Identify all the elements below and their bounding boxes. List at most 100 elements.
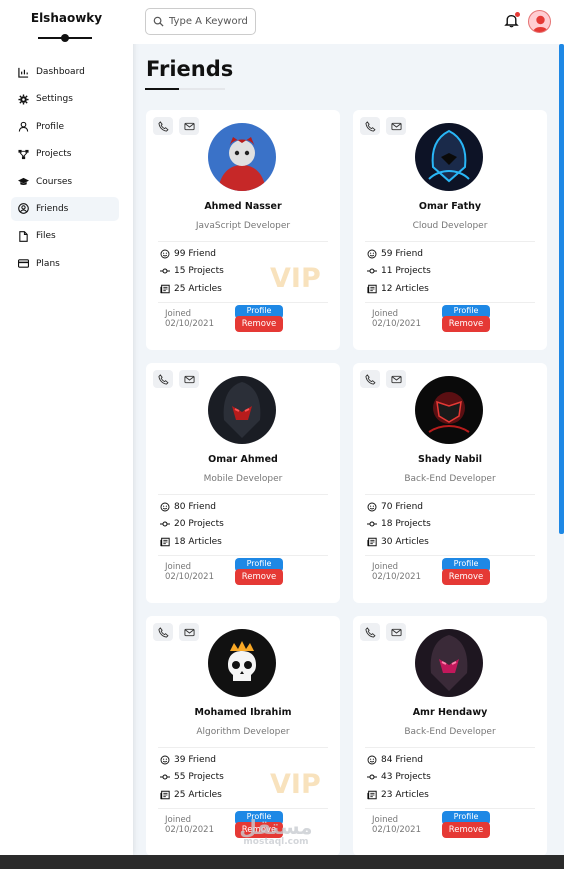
newspaper-icon [160,790,170,800]
smile-icon [367,755,377,765]
project-count: 15 Projects [160,266,224,276]
sidebar-item-files[interactable]: Files [11,224,119,248]
credit-card-icon [18,259,29,268]
sidebar: Elshaowky Dashboard Settings Profile Pro… [0,0,133,855]
smile-icon [160,755,170,765]
project-count: 20 Projects [160,519,224,529]
project-count-text: 20 Projects [174,519,224,529]
phone-button[interactable] [360,370,380,388]
mail-button[interactable] [386,623,406,641]
sidebar-item-plans[interactable]: Plans [11,252,119,276]
divider [158,494,328,495]
sidebar-item-label: Friends [36,203,69,214]
remove-button[interactable]: Remove [442,316,490,332]
search-input[interactable]: Type A Keyword [145,8,256,35]
watermark-arabic: مستقل [239,815,313,839]
article-count-text: 12 Articles [381,284,429,294]
graduation-cap-icon [18,177,29,185]
friend-card: Omar Fathy Cloud Developer 59 Friend 11 … [353,110,547,350]
article-count: 25 Articles [160,284,222,294]
gear-icon [18,94,29,105]
page-title: Friends [146,57,234,81]
phone-button[interactable] [360,117,380,135]
joined-label: Joined [372,815,399,825]
user-avatar[interactable] [528,10,551,33]
mail-button[interactable] [179,623,199,641]
friend-card: Ahmed Nasser JavaScript Developer 99 Fri… [146,110,340,350]
joined-date: 02/10/2021 [372,319,421,329]
project-count: 55 Projects [160,772,224,782]
article-count: 25 Articles [160,790,222,800]
sidebar-item-settings[interactable]: Settings [11,87,119,111]
user-icon [18,122,29,132]
article-count: 30 Articles [367,537,429,547]
window-bottom-bar [0,855,564,869]
remove-button[interactable]: Remove [235,316,283,332]
project-count: 18 Projects [367,519,431,529]
remove-button[interactable]: Remove [442,822,490,838]
joined-label: Joined [165,562,192,572]
friend-count-text: 84 Friend [381,755,423,765]
project-count-text: 43 Projects [381,772,431,782]
joined-date: 02/10/2021 [372,572,421,582]
friend-avatar [415,376,483,444]
friends-icon [18,203,29,215]
friend-role: JavaScript Developer [195,221,291,231]
sidebar-item-label: Projects [36,149,72,160]
friend-count: 70 Friend [367,502,423,512]
mail-icon [183,375,195,383]
friend-role: Mobile Developer [203,474,283,484]
commit-icon [160,268,170,274]
sidebar-item-dashboard[interactable]: Dashboard [11,60,119,84]
friend-card: Omar Ahmed Mobile Developer 80 Friend 20… [146,363,340,603]
divider [365,494,535,495]
sidebar-item-projects[interactable]: Projects [11,142,119,166]
divider [365,302,535,303]
sidebar-item-label: Courses [36,176,73,187]
divider [158,241,328,242]
friend-count: 99 Friend [160,249,216,259]
sidebar-item-label: Profile [36,121,64,132]
joined-date: 02/10/2021 [165,572,214,582]
project-count-text: 18 Projects [381,519,431,529]
newspaper-icon [367,284,377,294]
brand-dot [61,34,69,42]
chart-icon [18,67,29,78]
phone-icon [157,120,169,132]
joined-date: 02/10/2021 [165,825,214,835]
remove-button[interactable]: Remove [442,569,490,585]
friend-name: Mohamed Ibrahim [194,707,292,718]
friend-count-text: 80 Friend [174,502,216,512]
vip-badge: VIP [270,263,321,294]
remove-button[interactable]: Remove [235,569,283,585]
commit-icon [367,774,377,780]
friend-role: Algorithm Developer [196,727,290,737]
joined-label: Joined [372,562,399,572]
scrollbar[interactable] [559,44,564,534]
sidebar-item-friends[interactable]: Friends [11,196,119,221]
mail-button[interactable] [386,370,406,388]
joined-info: Joined 02/10/2021 [372,309,421,329]
project-count-text: 15 Projects [174,266,224,276]
notification-badge [515,12,520,17]
mail-button[interactable] [179,117,199,135]
mail-button[interactable] [386,117,406,135]
divider [365,808,535,809]
sidebar-item-profile[interactable]: Profile [11,115,119,139]
commit-icon [160,521,170,527]
sidebar-item-courses[interactable]: Courses [11,170,119,194]
friend-role: Cloud Developer [412,221,488,231]
joined-info: Joined 02/10/2021 [165,815,214,835]
divider [365,241,535,242]
article-count-text: 25 Articles [174,284,222,294]
phone-button[interactable] [153,623,173,641]
mail-icon [390,375,402,383]
phone-button[interactable] [153,117,173,135]
joined-label: Joined [165,309,192,319]
file-icon [19,231,28,242]
mail-button[interactable] [179,370,199,388]
phone-button[interactable] [360,623,380,641]
joined-date: 02/10/2021 [165,319,214,329]
phone-button[interactable] [153,370,173,388]
search-placeholder: Type A Keyword [169,16,248,27]
